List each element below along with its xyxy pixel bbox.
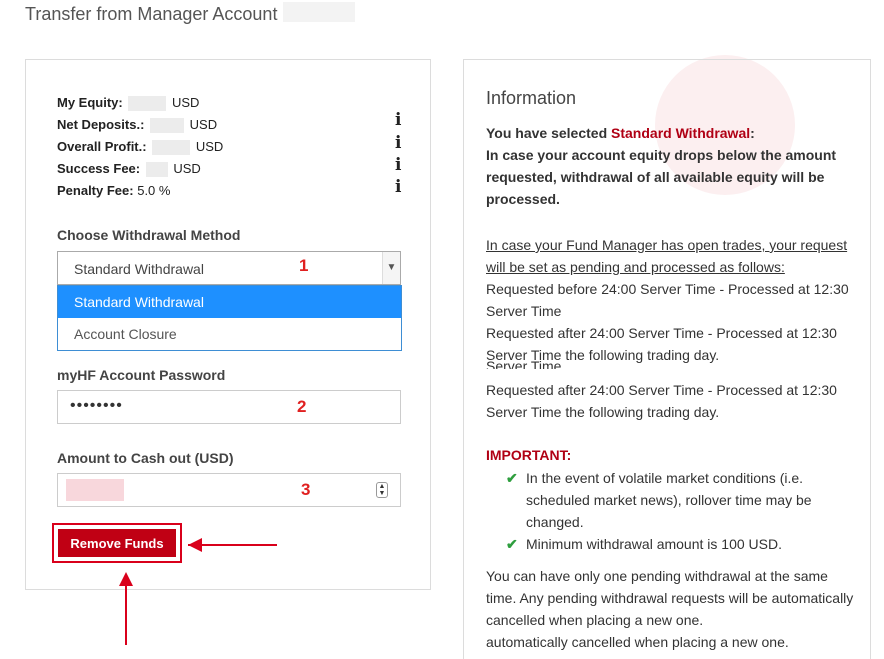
withdrawal-method-options: Standard Withdrawal Account Closure: [57, 285, 402, 351]
withdrawal-method-label: Choose Withdrawal Method: [57, 227, 241, 243]
overall-profit-row: Overall Profit.: USD: [57, 139, 224, 156]
selected-method-highlight: Standard Withdrawal: [611, 125, 751, 141]
equity-label: My Equity:: [57, 95, 123, 110]
rule-before: Requested before 24:00 Server Time - Pro…: [486, 281, 849, 319]
important-heading: IMPORTANT:: [486, 447, 572, 463]
penalty-fee-row: Penalty Fee: 5.0 %: [57, 183, 170, 198]
equity-row: My Equity: USD: [57, 95, 200, 112]
overall-profit-unit: USD: [195, 139, 224, 154]
selected-method-note: You have selected Standard Withdrawal: I…: [486, 122, 856, 210]
selected-prefix: You have selected: [486, 125, 612, 141]
check-icon: ✔: [506, 470, 518, 486]
redacted-value: [128, 96, 167, 112]
annotation-arrow-head: [119, 572, 133, 586]
success-fee-label: Success Fee:: [57, 161, 141, 176]
important-item: ✔ Minimum withdrawal amount is 100 USD.: [506, 533, 856, 555]
remove-funds-highlight: Remove Funds: [52, 523, 182, 563]
overall-profit-label: Overall Profit.:: [57, 139, 147, 154]
important-item: ✔ In the event of volatile market condit…: [506, 467, 856, 533]
remove-funds-button[interactable]: Remove Funds: [58, 529, 176, 557]
pending-note-repeat: automatically cancelled when placing a n…: [486, 634, 789, 650]
amount-field[interactable]: ▲ ▼: [57, 473, 401, 507]
check-icon: ✔: [506, 536, 518, 552]
net-deposits-label: Net Deposits.:: [57, 117, 145, 132]
amount-label: Amount to Cash out (USD): [57, 450, 234, 466]
equity-unit: USD: [171, 95, 200, 110]
step-marker-1: 1: [299, 256, 309, 275]
step-marker-2: 2: [297, 397, 307, 416]
important-item-text: Minimum withdrawal amount is 100 USD.: [526, 536, 782, 552]
redacted-value: [145, 162, 168, 178]
withdrawal-method-select[interactable]: Standard Withdrawal ▼: [57, 251, 401, 285]
redacted-value: [150, 118, 185, 134]
selected-method: Standard Withdrawal: [74, 261, 204, 277]
equity-note: In case your account equity drops below …: [486, 147, 837, 207]
chevron-down-icon[interactable]: ▼: [382, 252, 400, 284]
rule-overlap-fragment: Server Time: [486, 358, 562, 369]
info-icon[interactable]: i: [395, 133, 401, 153]
success-fee-unit: USD: [173, 161, 201, 176]
password-field[interactable]: ••••••••: [57, 390, 401, 424]
open-trades-note: In case your Fund Manager has open trade…: [486, 237, 848, 275]
success-fee-row: Success Fee: USD: [57, 161, 201, 178]
option-account-closure[interactable]: Account Closure: [58, 318, 401, 350]
information-title: Information: [486, 88, 577, 108]
password-value: ••••••••: [70, 397, 123, 414]
redacted-value: [152, 140, 191, 156]
selected-suffix: :: [750, 125, 755, 141]
option-standard-withdrawal[interactable]: Standard Withdrawal: [58, 286, 401, 318]
net-deposits-row: Net Deposits.: USD: [57, 117, 218, 134]
info-icon[interactable]: i: [395, 177, 401, 197]
number-spinner-icon[interactable]: ▲ ▼: [376, 482, 388, 498]
info-icon[interactable]: i: [395, 110, 401, 130]
redacted-account-id: [283, 2, 355, 22]
penalty-fee-label: Penalty Fee:: [57, 183, 134, 198]
info-icon[interactable]: i: [395, 155, 401, 175]
annotation-arrow-head: [188, 538, 202, 552]
net-deposits-unit: USD: [189, 117, 218, 132]
redacted-amount: [66, 479, 124, 501]
pending-note: You can have only one pending withdrawal…: [486, 568, 854, 628]
important-item-text: In the event of volatile market conditio…: [526, 470, 812, 530]
password-label: myHF Account Password: [57, 367, 226, 383]
rule-after-2: Requested after 24:00 Server Time - Proc…: [486, 382, 837, 420]
important-label: IMPORTANT:: [486, 444, 856, 466]
step-marker-3: 3: [301, 480, 311, 499]
penalty-fee-value: 5.0 %: [137, 183, 171, 198]
page-title: Transfer from Manager Account: [25, 4, 278, 24]
